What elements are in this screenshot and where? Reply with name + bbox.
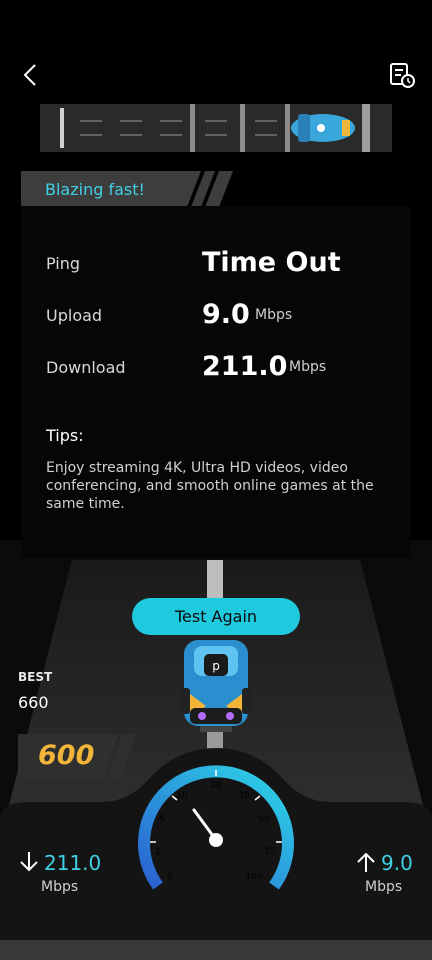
race-car-small (291, 114, 355, 142)
race-progress-strip (40, 104, 392, 152)
history-button[interactable] (384, 58, 420, 94)
gauge-tick-0: 0 (167, 872, 173, 882)
gauge-tick-30: 30 (238, 791, 250, 801)
gauge-tick-10: 10 (176, 791, 188, 801)
status-banner: Blazing fast! (45, 180, 145, 199)
best-label: BEST (18, 670, 53, 684)
speed-gauge: 0 1 5 10 20 30 50 75 100 (138, 765, 294, 890)
download-arrow-icon (18, 850, 40, 874)
download-unit: Mbps (289, 359, 327, 375)
upload-arrow-icon (355, 850, 377, 874)
dashboard-download-unit: Mbps (41, 879, 79, 895)
upload-value: 9.0 (202, 299, 250, 330)
gauge-tick-75: 75 (264, 847, 275, 857)
test-again-button[interactable]: Test Again (132, 598, 300, 635)
upload-unit: Mbps (255, 307, 293, 323)
svg-text:p: p (212, 659, 220, 673)
download-label: Download (46, 358, 126, 377)
tips-text: Enjoy streaming 4K, Ultra HD videos, vid… (46, 460, 374, 512)
dashboard-upload-value: 9.0 (381, 851, 413, 875)
gauge-tick-50: 50 (258, 815, 270, 825)
download-value: 211.0 (202, 351, 288, 382)
gauge-hub (209, 833, 223, 847)
gauge-tick-5: 5 (159, 815, 165, 825)
best-value: 660 (18, 693, 49, 712)
gauge-tick-100: 100 (245, 872, 262, 882)
ping-value: Time Out (202, 247, 341, 278)
history-log-icon (390, 63, 415, 88)
gauge-tick-20: 20 (210, 781, 222, 791)
dashboard-upload-unit: Mbps (365, 879, 403, 895)
ping-label: Ping (46, 254, 81, 273)
back-button[interactable] (14, 58, 50, 94)
back-arrow-icon (23, 64, 36, 86)
gauge-tick-1: 1 (155, 847, 161, 857)
dashboard-download-value: 211.0 (44, 851, 102, 875)
race-car: p (180, 640, 252, 732)
upload-label: Upload (46, 306, 103, 325)
tips-title: Tips: (46, 426, 84, 445)
